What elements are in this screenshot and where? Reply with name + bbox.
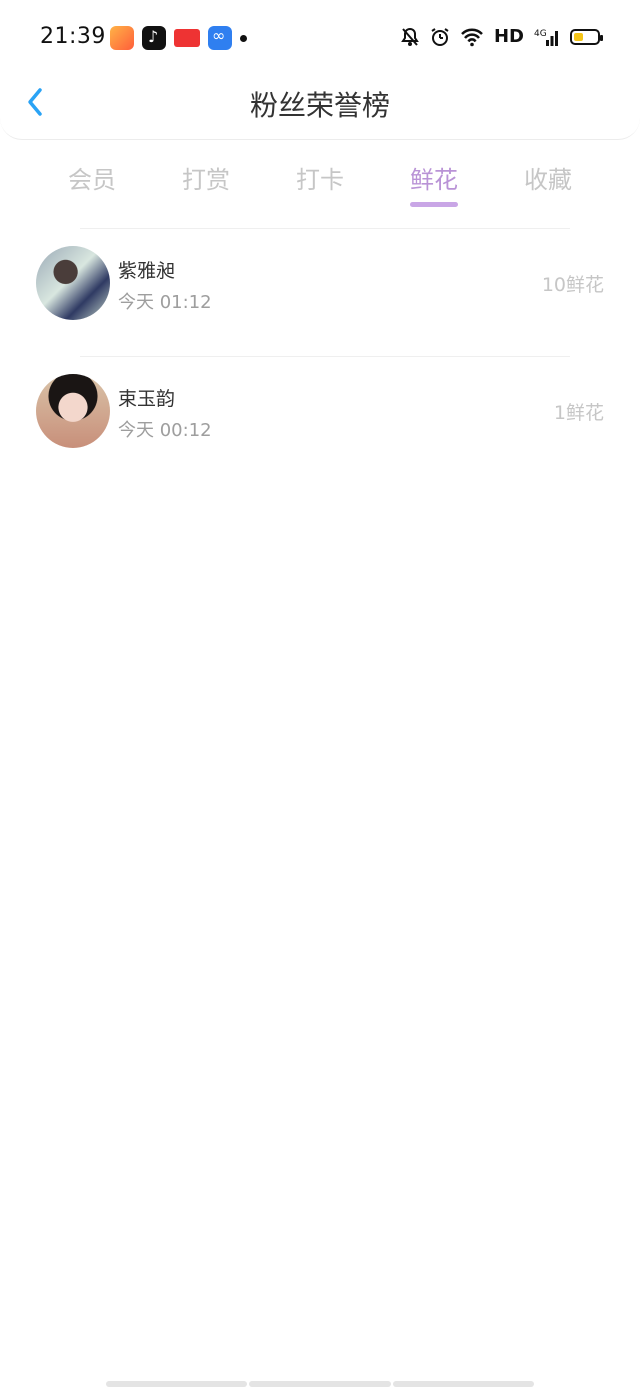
header: 粉丝荣誉榜 (0, 66, 640, 140)
flower-count: 1鲜花 (553, 402, 604, 424)
fan-time: 今天 01:12 (118, 292, 212, 313)
gesture-bar (106, 1381, 534, 1387)
mute-bell-icon (401, 27, 419, 46)
page-title: 粉丝荣誉榜 (249, 89, 390, 122)
infinity-app-icon (208, 26, 232, 50)
notification-app-icons (110, 26, 247, 50)
list-item[interactable]: 束玉韵 今天 00:12 1鲜花 (0, 374, 640, 474)
avatar (36, 374, 110, 448)
list-divider (80, 356, 570, 357)
fan-name: 紫雅昶 (118, 260, 176, 282)
alarm-icon (431, 27, 449, 46)
tab-favorites[interactable]: 收藏 (498, 160, 598, 195)
svg-text:4G: 4G (534, 29, 547, 39)
signal-icon: 4G (534, 29, 558, 46)
active-tab-indicator (410, 202, 458, 207)
list-divider (80, 228, 570, 229)
status-time: 21:39 (40, 24, 106, 49)
status-right: HD 4G (400, 26, 603, 47)
tab-members[interactable]: 会员 (42, 160, 142, 195)
hd-indicator: HD (493, 26, 524, 47)
list-item[interactable]: 紫雅昶 今天 01:12 10鲜花 (0, 246, 640, 346)
more-notifications-dot (240, 34, 247, 42)
avatar (36, 246, 110, 320)
toutiao-icon (174, 29, 200, 47)
battery-icon (570, 28, 603, 45)
fan-time: 今天 00:12 (118, 420, 212, 441)
tab-bar: 会员 打赏 打卡 鲜花 收藏 (0, 150, 640, 210)
flower-count: 10鲜花 (541, 274, 604, 296)
tab-flowers[interactable]: 鲜花 (384, 160, 484, 195)
xiaomi-red-icon (110, 26, 134, 50)
wifi-icon (461, 28, 483, 46)
tiktok-icon (142, 26, 166, 50)
tab-tips[interactable]: 打赏 (156, 160, 256, 195)
tab-checkin[interactable]: 打卡 (270, 160, 370, 195)
fan-name: 束玉韵 (118, 388, 176, 410)
